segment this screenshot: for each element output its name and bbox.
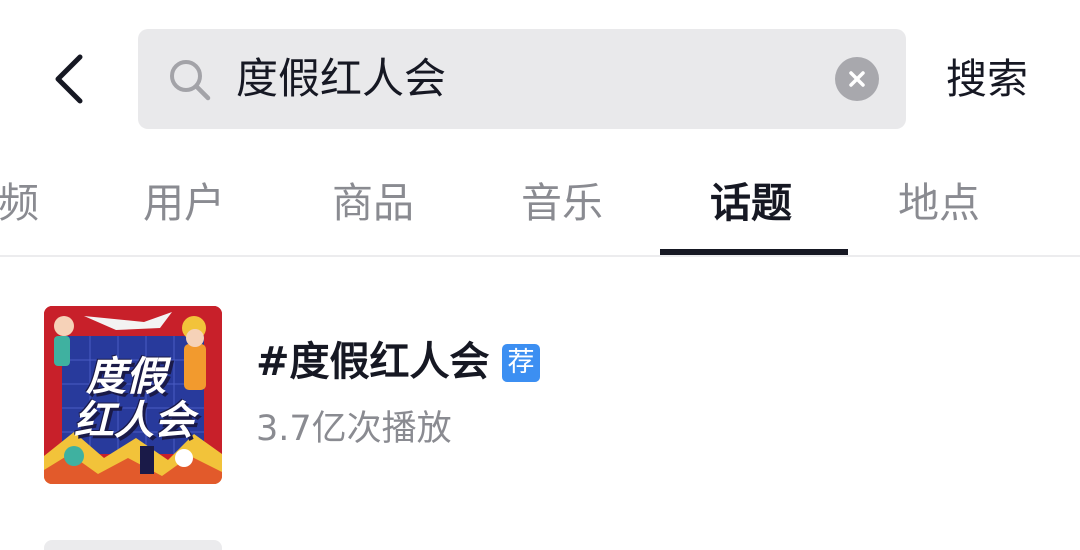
clear-button[interactable]: [835, 57, 879, 101]
back-button[interactable]: [38, 46, 98, 112]
tab-users[interactable]: 用户: [143, 175, 225, 231]
search-icon: [170, 60, 211, 101]
search-button[interactable]: 搜索: [946, 50, 1028, 108]
search-results-page: 度假红人会 搜索 频 用户 商品 音乐 话题 地点 度假 红人会 #度假红人会 …: [0, 0, 1080, 550]
topic-title: #度假红人会: [256, 339, 490, 385]
topic-play-count: 3.7亿次播放: [256, 409, 452, 449]
next-result-cover-partial: [44, 540, 222, 550]
topic-result-item[interactable]: 度假 红人会 #度假红人会 荐 3.7亿次播放: [0, 290, 1080, 500]
search-input[interactable]: 度假红人会: [138, 29, 906, 129]
recommended-badge: 荐: [502, 344, 540, 382]
search-query-text[interactable]: 度假红人会: [236, 51, 446, 107]
tab-places[interactable]: 地点: [898, 175, 980, 231]
chevron-left-icon: [55, 54, 83, 104]
cover-title-line-1: 度假: [86, 353, 166, 400]
tab-topics[interactable]: 话题: [710, 175, 792, 231]
topic-cover-image: 度假 红人会: [44, 306, 222, 484]
clear-circle-icon: [849, 71, 865, 87]
cover-title-line-2: 红人会: [74, 397, 194, 444]
tab-video[interactable]: 频: [0, 175, 39, 231]
tab-products[interactable]: 商品: [332, 175, 414, 231]
tabs-divider: [0, 255, 1080, 257]
category-tabs: 频 用户 商品 音乐 话题 地点: [0, 165, 1080, 255]
tab-music[interactable]: 音乐: [521, 175, 603, 231]
